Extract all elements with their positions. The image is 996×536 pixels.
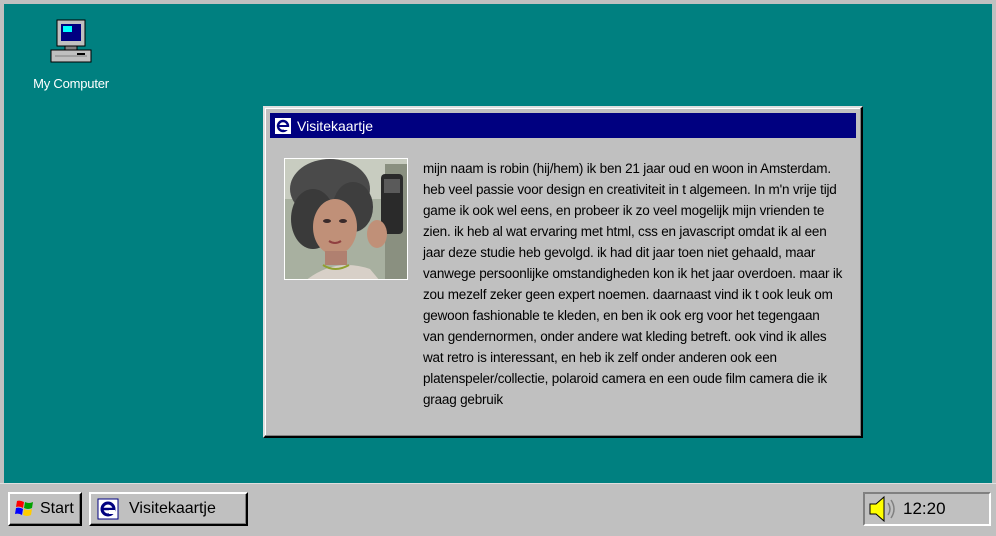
volume-speaker-icon[interactable] (867, 494, 899, 524)
window-title: Visitekaartje (297, 117, 374, 134)
desktop-icon-my-computer[interactable]: My Computer (31, 18, 111, 91)
bio-text: mijn naam is robin (hij/hem) ik ben 21 j… (423, 161, 843, 407)
system-tray: 12:20 (863, 492, 991, 526)
desktop-icon-label: My Computer (33, 76, 109, 91)
window-content: mijn naam is robin (hij/hem) ik ben 21 j… (284, 158, 845, 422)
clock[interactable]: 12:20 (903, 499, 946, 519)
window-titlebar[interactable]: Visitekaartje (270, 113, 856, 138)
start-button[interactable]: Start (8, 492, 82, 526)
internet-explorer-icon (275, 117, 291, 134)
visitekaartje-window: Visitekaartje mijn naam is robin (hij/he… (263, 106, 863, 438)
start-label: Start (40, 500, 74, 517)
profile-photo (284, 158, 408, 280)
windows-logo-icon (14, 499, 36, 519)
my-computer-icon (47, 18, 95, 70)
desktop: My Computer Visitekaartje mijn naam is r… (4, 4, 992, 483)
taskbar: Start Visitekaartje 12:20 (0, 483, 996, 536)
taskbar-button-visitekaartje[interactable]: Visitekaartje (89, 492, 248, 526)
taskbar-button-label: Visitekaartje (129, 500, 216, 517)
internet-explorer-icon (97, 498, 119, 520)
